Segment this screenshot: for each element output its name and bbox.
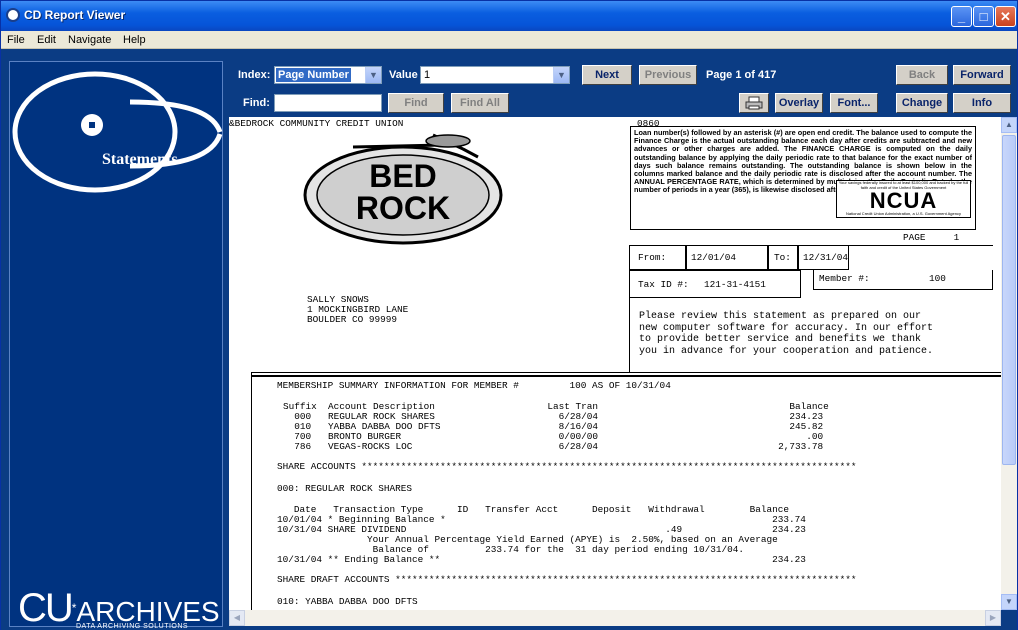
font-button[interactable]: Font... (830, 93, 878, 113)
printer-icon (745, 96, 763, 110)
forward-button[interactable]: Forward (953, 65, 1011, 85)
scroll-thumb[interactable] (1002, 135, 1016, 465)
share-draft-header: SHARE DRAFT ACCOUNTS *******************… (277, 574, 857, 585)
minimize-button[interactable]: _ (951, 6, 972, 27)
find-input[interactable] (274, 94, 382, 112)
scroll-down-icon[interactable]: ▼ (1001, 594, 1017, 610)
account-010-title: 010: YABBA DABBA DOO DFTS (277, 596, 418, 607)
to-date: 12/31/04 (803, 252, 849, 263)
chevron-down-icon[interactable]: ▼ (553, 67, 569, 83)
menu-help[interactable]: Help (123, 34, 146, 46)
summary-row: 786 VEGAS-ROCKS LOC 6/28/04 2,733.78 (283, 441, 824, 452)
taxid-label: Tax ID #: (638, 279, 689, 290)
menu-file[interactable]: File (7, 34, 25, 46)
summary-header: MEMBERSHIP SUMMARY INFORMATION FOR MEMBE… (277, 380, 671, 391)
cu-archives-brand: CU*ARCHIVES DATA ARCHIVING SOLUTIONS (18, 586, 220, 630)
statements-logo (12, 71, 223, 193)
notice-text: Please review this statement as prepared… (639, 311, 934, 357)
close-button[interactable]: ✕ (995, 6, 1016, 27)
info-button[interactable]: Info (953, 93, 1011, 113)
find-button[interactable]: Find (388, 93, 444, 113)
ncua-seal: Your savings federally insured to at lea… (836, 180, 971, 218)
from-date: 12/01/04 (691, 252, 737, 263)
window-title: CD Report Viewer (24, 8, 126, 22)
app-window: CD Report Viewer _ □ ✕ File Edit Navigat… (0, 0, 1018, 630)
maximize-button[interactable]: □ (973, 6, 994, 27)
report-document[interactable]: &BEDROCK COMMUNITY CREDIT UNION 0860 BED… (229, 117, 1001, 610)
address-city: BOULDER CO 99999 (307, 314, 398, 325)
chevron-down-icon[interactable]: ▼ (365, 67, 381, 83)
find-all-button[interactable]: Find All (451, 93, 509, 113)
overlay-button[interactable]: Overlay (775, 93, 823, 113)
page-info: Page 1 of 417 (706, 69, 777, 81)
index-select[interactable]: Page Number ▼ (274, 66, 382, 84)
previous-button[interactable]: Previous (639, 65, 697, 85)
share-accounts-header: SHARE ACCOUNTS *************************… (277, 461, 857, 472)
back-button[interactable]: Back (896, 65, 948, 85)
vertical-scrollbar[interactable]: ▲ ▼ (1001, 117, 1017, 610)
scroll-up-icon[interactable]: ▲ (1001, 117, 1017, 133)
bedrock-logo: BED ROCK (303, 133, 503, 245)
logo-text-bed: BED (369, 158, 437, 194)
taxid-value: 121-31-4151 (704, 279, 766, 290)
statements-label: Statements (102, 151, 178, 168)
print-button[interactable] (739, 93, 769, 113)
menu-bar: File Edit Navigate Help (1, 31, 1017, 49)
value-select[interactable]: 1 ▼ (420, 66, 570, 84)
client-area: Statements CU*ARCHIVES DATA ARCHIVING SO… (1, 49, 1017, 630)
member-number: 100 (929, 273, 946, 284)
title-bar: CD Report Viewer _ □ ✕ (1, 1, 1017, 31)
app-icon (6, 8, 20, 22)
member-label: Member #: (819, 273, 870, 284)
ncua-label: NCUA (869, 188, 938, 213)
logo-text-rock: ROCK (356, 190, 450, 226)
index-select-value: Page Number (276, 68, 351, 82)
change-button[interactable]: Change (896, 93, 948, 113)
brand-cu: CU (18, 586, 74, 630)
menu-navigate[interactable]: Navigate (68, 34, 111, 46)
to-label: To: (774, 252, 791, 263)
index-label: Index: (238, 69, 271, 81)
transaction-line: 10/31/04 ** Ending Balance ** 234.23 (277, 554, 806, 565)
page-number: PAGE 1 (903, 232, 960, 243)
scroll-right-icon[interactable]: ▶ (985, 610, 1001, 626)
horizontal-scrollbar[interactable]: ◀ ▶ (229, 610, 1001, 626)
menu-edit[interactable]: Edit (37, 34, 56, 46)
sidebar: Statements CU*ARCHIVES DATA ARCHIVING SO… (9, 61, 223, 630)
value-select-value: 1 (424, 69, 431, 81)
ncua-bottom-text: National Credit Union Administration, a … (846, 211, 961, 216)
next-button[interactable]: Next (582, 65, 632, 85)
account-000-title: 000: REGULAR ROCK SHARES (277, 483, 413, 494)
from-label: From: (638, 252, 667, 263)
find-label: Find: (243, 97, 270, 109)
scroll-left-icon[interactable]: ◀ (229, 610, 245, 626)
value-label: Value (389, 69, 418, 81)
